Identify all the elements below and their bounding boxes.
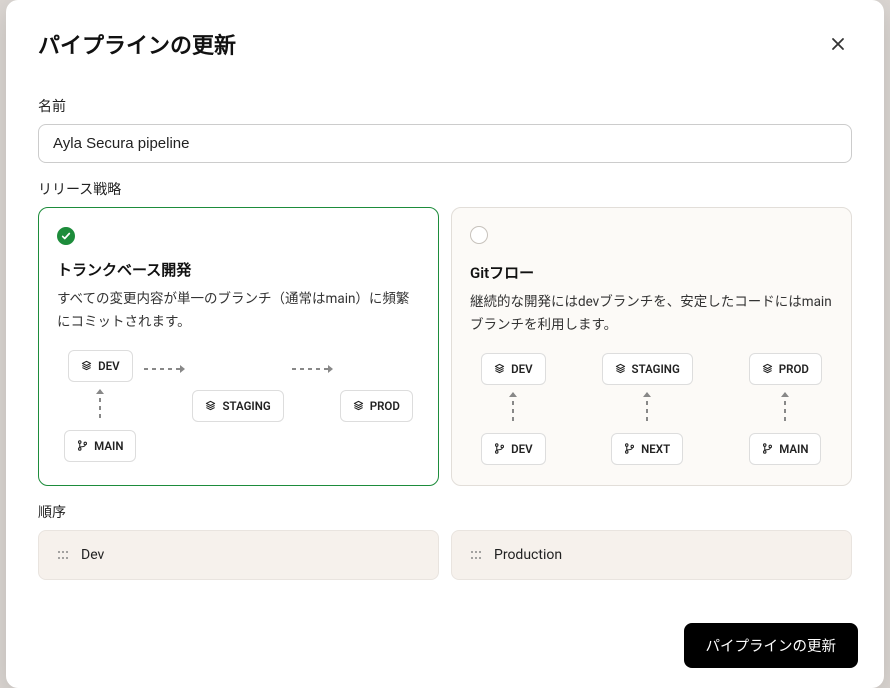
strategy-gitflow-desc: 継続的な開発にはdevブランチを、安定したコードにはmainブランチを利用します… (470, 291, 833, 337)
chip-branch-main: MAIN (64, 430, 136, 462)
chip-label: DEV (511, 442, 532, 456)
close-button[interactable] (824, 30, 852, 58)
chip-label: STAGING (222, 399, 270, 413)
order-label-dev: Dev (81, 547, 104, 563)
radio-checked-icon (57, 227, 75, 245)
arrow-right-icon (144, 368, 184, 370)
chip-branch-next: NEXT (611, 433, 683, 465)
layers-icon (615, 363, 626, 374)
chip-branch-main: MAIN (749, 433, 821, 465)
order-row: Dev Production (38, 530, 852, 580)
strategy-card-gitflow[interactable]: Gitフロー 継続的な開発にはdevブランチを、安定したコードにはmainブラン… (451, 207, 852, 486)
branch-icon (624, 443, 635, 454)
name-label: 名前 (38, 96, 852, 116)
layers-icon (353, 400, 364, 411)
trunk-diagram: DEV MAIN (57, 350, 420, 462)
update-pipeline-modal: パイプラインの更新 名前 リリース戦略 トランクベース開発 すべての変更内容が単… (6, 0, 884, 688)
strategy-card-trunk[interactable]: トランクベース開発 すべての変更内容が単一のブランチ（通常はmain）に頻繁にコ… (38, 207, 439, 486)
radio-unchecked-icon (470, 226, 488, 244)
arrow-up-icon (646, 393, 648, 425)
drag-handle-icon (470, 549, 482, 561)
arrow-up-icon (99, 390, 101, 422)
chip-env-prod: PROD (340, 390, 413, 422)
order-label-production: Production (494, 547, 562, 563)
order-card-production[interactable]: Production (451, 530, 852, 580)
order-label: 順序 (38, 502, 852, 522)
name-input[interactable] (38, 124, 852, 163)
drag-handle-icon (57, 549, 69, 561)
gitflow-diagram: DEV DEV STAGING (470, 353, 833, 465)
arrow-right-icon (292, 368, 332, 370)
modal-body: 名前 リリース戦略 トランクベース開発 すべての変更内容が単一のブランチ（通常は… (6, 72, 884, 609)
chip-label: DEV (511, 362, 532, 376)
layers-icon (205, 400, 216, 411)
modal-title: パイプラインの更新 (38, 28, 236, 60)
branch-icon (762, 443, 773, 454)
submit-button[interactable]: パイプラインの更新 (684, 623, 859, 668)
modal-footer: パイプラインの更新 (6, 609, 884, 688)
chip-label: DEV (98, 359, 119, 373)
chip-label: NEXT (641, 442, 670, 456)
branch-icon (494, 443, 505, 454)
chip-branch-dev: DEV (481, 433, 545, 465)
chip-label: MAIN (94, 439, 123, 453)
chip-env-dev: DEV (68, 350, 132, 382)
chip-label: PROD (779, 362, 809, 376)
chip-env-prod: PROD (749, 353, 822, 385)
chip-env-dev: DEV (481, 353, 545, 385)
arrow-up-icon (784, 393, 786, 425)
strategy-trunk-title: トランクベース開発 (57, 259, 420, 280)
chip-env-staging: STAGING (192, 390, 283, 422)
chip-label: STAGING (632, 362, 680, 376)
strategy-gitflow-title: Gitフロー (470, 262, 833, 283)
strategy-row: トランクベース開発 すべての変更内容が単一のブランチ（通常はmain）に頻繁にコ… (38, 207, 852, 486)
chip-env-staging: STAGING (602, 353, 693, 385)
strategy-label: リリース戦略 (38, 179, 852, 199)
order-card-dev[interactable]: Dev (38, 530, 439, 580)
chip-label: PROD (370, 399, 400, 413)
layers-icon (81, 360, 92, 371)
branch-icon (77, 440, 88, 451)
modal-header: パイプラインの更新 (6, 0, 884, 72)
strategy-trunk-desc: すべての変更内容が単一のブランチ（通常はmain）に頻繁にコミットされます。 (57, 288, 420, 334)
arrow-up-icon (512, 393, 514, 425)
chip-label: MAIN (779, 442, 808, 456)
layers-icon (762, 363, 773, 374)
close-icon (830, 36, 846, 52)
layers-icon (494, 363, 505, 374)
